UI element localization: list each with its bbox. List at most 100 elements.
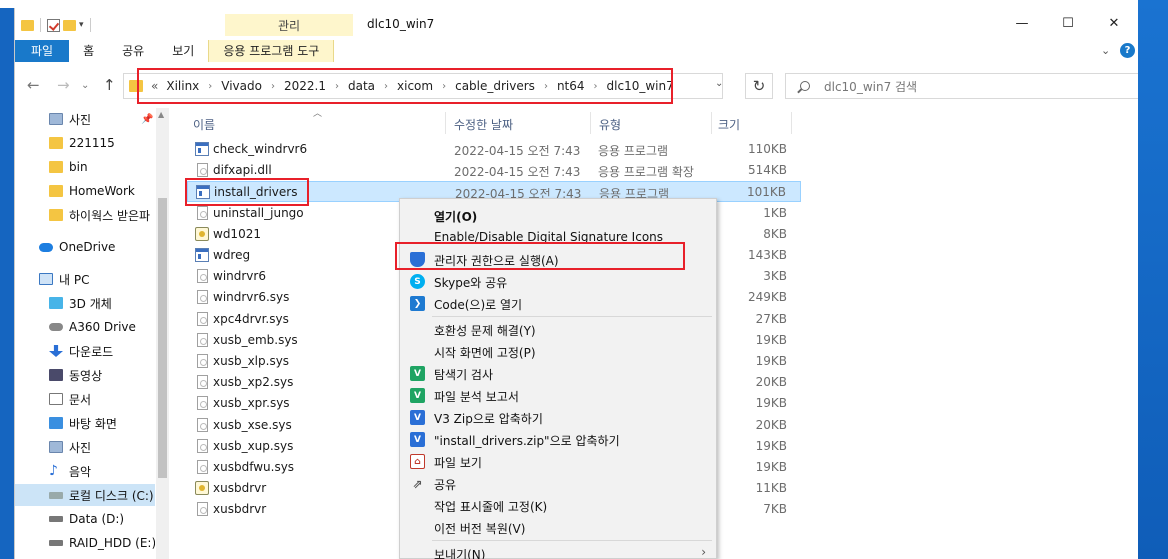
file-icon [197, 163, 208, 178]
up-button[interactable]: ↑ [103, 76, 116, 94]
file-name: xusbdrvr [213, 502, 267, 517]
menu-item-v3-zip[interactable]: V V3 Zip으로 압축하기 [400, 406, 716, 428]
sidebar-item-homework[interactable]: HomeWork [15, 180, 155, 202]
file-size: 19KB [755, 438, 787, 453]
folder-icon[interactable] [21, 19, 34, 31]
column-header-name[interactable]: 이름 [193, 112, 215, 136]
file-size: 19KB [755, 460, 787, 474]
sidebar-item-this-pc[interactable]: 내 PC [15, 268, 155, 290]
sidebar-item-videos[interactable]: 동영상 [15, 364, 155, 386]
downloads-icon [49, 345, 63, 357]
menu-item-open[interactable]: 열기(O) [400, 204, 716, 226]
new-folder-icon[interactable] [63, 19, 76, 31]
sidebar-item-221115[interactable]: 221115 [15, 132, 155, 154]
file-size: 249KB [747, 290, 787, 305]
window-title: dlc10_win7 [367, 17, 435, 31]
sidebar-item-documents[interactable]: 문서 [15, 388, 155, 410]
menu-item-pin-to-taskbar[interactable]: 작업 표시줄에 고정(K) [400, 494, 716, 516]
folder-icon [49, 209, 63, 221]
sidebar-scrollbar[interactable]: ▲ [156, 108, 169, 559]
column-header-size[interactable]: 크기 [718, 112, 740, 136]
tab-file[interactable]: 파일 [15, 40, 70, 62]
column-header-date[interactable]: 수정한 날짜 [454, 112, 513, 136]
file-name: xusb_xp2.sys [213, 375, 294, 390]
customize-toolbar-icon[interactable]: ▾ [79, 20, 84, 30]
tab-share[interactable]: 공유 [108, 40, 158, 62]
file-name: xusb_xse.sys [213, 417, 292, 432]
search-input[interactable]: dlc10_win7 검색 [785, 73, 1138, 99]
v3-zip-icon: V [410, 432, 425, 447]
highlight-install-drivers [185, 178, 309, 206]
close-button[interactable]: ✕ [1091, 12, 1137, 34]
sidebar-item-data-d[interactable]: Data (D:) [15, 508, 155, 530]
menu-item-skype-share[interactable]: S Skype와 공유 [400, 270, 716, 292]
address-dropdown-icon[interactable]: ⌄ [715, 78, 723, 89]
scrollbar-thumb[interactable] [158, 198, 167, 478]
tab-view[interactable]: 보기 [158, 40, 208, 62]
menu-item-troubleshoot-compatibility[interactable]: 호환성 문제 해결(Y) [400, 318, 716, 340]
a360-drive-icon [49, 323, 63, 331]
share-icon: ⇗ [412, 476, 423, 491]
file-size: 20KB [755, 417, 787, 432]
application-icon [195, 142, 209, 156]
file-icon [197, 290, 208, 305]
quick-access-toolbar: ▾ [21, 14, 94, 36]
sidebar-item-downloads[interactable]: 다운로드 [15, 340, 155, 362]
sidebar-item-pictures[interactable]: 사진 [15, 436, 155, 458]
recent-locations-button[interactable]: ⌄ [81, 80, 89, 91]
column-header-type[interactable]: 유형 [599, 112, 621, 136]
sidebar-item-raid-hdd-e[interactable]: RAID_HDD (E:) [15, 532, 155, 554]
file-size: 1KB [763, 205, 787, 220]
refresh-button[interactable]: ↻ [745, 73, 773, 99]
sort-ascending-icon: ︿ [313, 109, 323, 119]
file-type: 응용 프로그램 [598, 144, 669, 158]
local-disk-icon [49, 491, 63, 499]
forward-button[interactable]: → [57, 76, 70, 94]
minimize-button[interactable]: — [999, 12, 1045, 34]
sidebar-item-pictures-pinned[interactable]: 사진 [15, 108, 155, 130]
back-button[interactable]: ← [27, 76, 40, 94]
menu-item-pin-to-start[interactable]: 시작 화면에 고정(P) [400, 340, 716, 362]
menu-item-share[interactable]: ⇗ 공유 [400, 472, 716, 494]
menu-item-send-to[interactable]: 보내기(N) › [400, 542, 716, 559]
music-icon: ♪ [49, 463, 58, 479]
file-name: difxapi.dll [213, 163, 272, 178]
ribbon-tabs: 파일 홈 공유 보기 응용 프로그램 도구 [15, 40, 335, 62]
sidebar-item-a360-drive[interactable]: A360 Drive [15, 316, 155, 338]
file-name: xusbdfwu.sys [213, 460, 295, 474]
sidebar-item-local-disk-c[interactable]: 로컬 디스크 (C:) [15, 484, 155, 506]
menu-item-compress-to-zip[interactable]: V "install_drivers.zip"으로 압축하기 [400, 428, 716, 450]
expand-ribbon-icon[interactable]: ⌄ [1101, 44, 1110, 57]
file-view-icon: ⌂ [410, 454, 425, 469]
file-icon [197, 269, 208, 284]
sidebar-item-hiworks[interactable]: 하이웍스 받은파 [15, 204, 155, 226]
menu-item-restore-previous-versions[interactable]: 이전 버전 복원(V) [400, 516, 716, 538]
submenu-arrow-icon: › [701, 545, 706, 559]
pin-icon[interactable]: 📌 [141, 114, 153, 125]
setup-info-icon [195, 226, 209, 241]
scroll-up-icon[interactable]: ▲ [158, 110, 164, 119]
menu-item-v3-scan[interactable]: V 탐색기 검사 [400, 362, 716, 384]
maximize-button[interactable]: ☐ [1045, 12, 1091, 34]
sidebar-item-onedrive[interactable]: OneDrive [15, 236, 155, 258]
sidebar-item-desktop[interactable]: 바탕 화면 [15, 412, 155, 434]
tab-application-tools[interactable]: 응용 프로그램 도구 [208, 40, 335, 62]
menu-item-file-view[interactable]: ⌂ 파일 보기 [400, 450, 716, 472]
context-tab-manage[interactable]: 관리 [225, 14, 353, 36]
file-size: 20KB [755, 375, 787, 390]
file-size: 3KB [763, 269, 787, 284]
properties-icon[interactable] [47, 18, 60, 32]
menu-item-file-analysis-report[interactable]: V 파일 분석 보고서 [400, 384, 716, 406]
sidebar-item-3d-objects[interactable]: 3D 개체 [15, 292, 155, 314]
file-size: 7KB [763, 502, 787, 517]
tab-home[interactable]: 홈 [69, 40, 108, 62]
desktop-top-strip [0, 0, 1168, 8]
pictures-icon [49, 113, 63, 125]
file-name: wd1021 [213, 226, 261, 241]
help-icon[interactable]: ? [1120, 43, 1135, 58]
table-row[interactable]: check_windrvr6 2022-04-15 오전 7:43 응용 프로그램 1… [187, 139, 801, 160]
menu-item-open-with-code[interactable]: ❯ Code(으)로 열기 [400, 292, 716, 314]
file-size: 19KB [755, 354, 787, 368]
sidebar-item-music[interactable]: ♪ 음악 [15, 460, 155, 482]
sidebar-item-bin[interactable]: bin [15, 156, 155, 178]
